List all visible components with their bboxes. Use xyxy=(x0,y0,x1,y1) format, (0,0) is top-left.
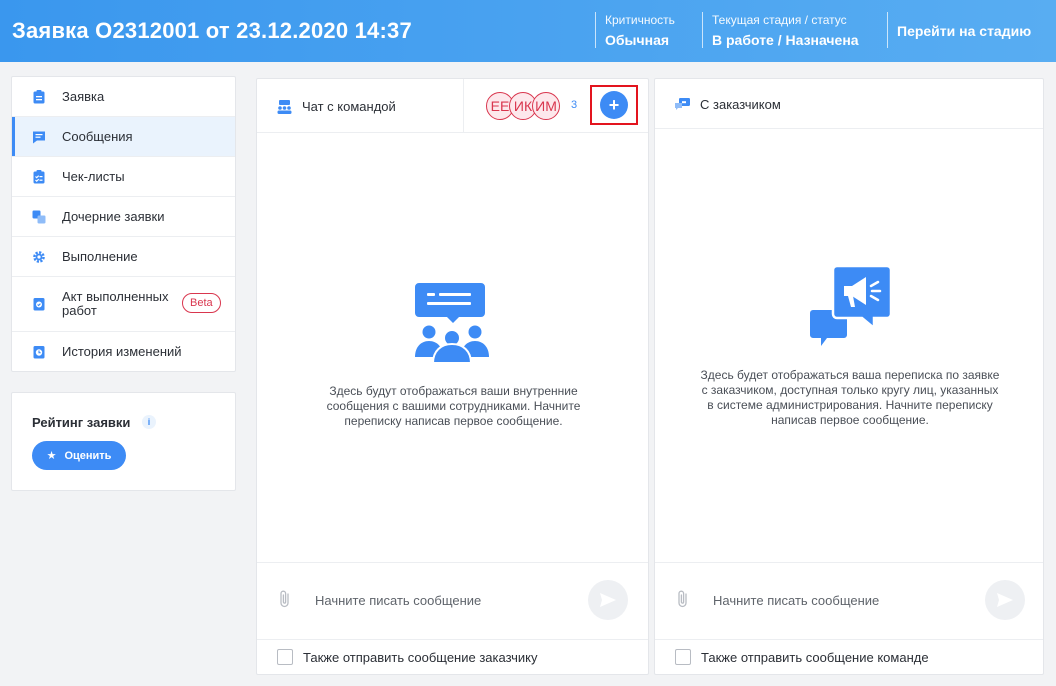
customer-also-send-option[interactable]: Также отправить сообщение команде xyxy=(675,649,929,665)
team-compose-bar xyxy=(257,562,648,640)
avatar[interactable]: ИМ xyxy=(532,92,560,120)
team-message-input[interactable] xyxy=(315,588,575,612)
header-separator xyxy=(463,79,464,132)
add-participant-button[interactable]: + xyxy=(600,91,628,119)
header-bar: Заявка О2312001 от 23.12.2020 14:37 Крит… xyxy=(0,0,1056,62)
sidebar-item-act[interactable]: Акт выполненных работ Beta xyxy=(12,277,235,332)
criticality-block: Критичность Обычная xyxy=(605,13,675,48)
also-send-team-label: Также отправить сообщение команде xyxy=(701,649,929,665)
team-icon xyxy=(277,99,292,114)
team-chat-illustration xyxy=(411,283,493,368)
sidebar-item-messages[interactable]: Сообщения xyxy=(12,117,235,157)
customer-chat-title-text: С заказчиком xyxy=(700,97,781,112)
history-icon xyxy=(32,345,46,359)
customer-chat-header: С заказчиком xyxy=(655,79,1043,129)
act-icon xyxy=(32,297,46,311)
message-icon xyxy=(32,130,46,144)
page-title: Заявка О2312001 от 23.12.2020 14:37 xyxy=(12,18,412,43)
attach-icon[interactable] xyxy=(675,589,691,609)
team-send-button[interactable] xyxy=(588,580,628,620)
sidebar-item-label: Дочерние заявки xyxy=(62,208,165,224)
sidebar-item-label: Сообщения xyxy=(62,128,133,144)
customer-send-button[interactable] xyxy=(985,580,1025,620)
rating-card: Рейтинг заявки i ★ Оценить xyxy=(11,392,236,491)
criticality-value: Обычная xyxy=(605,32,670,48)
customer-chat-icon xyxy=(675,97,690,112)
sidebar-item-label: Акт выполненных работ xyxy=(62,289,169,318)
team-chat-header: Чат с командой ЕЕ ИК ИМ 3 + xyxy=(257,79,648,133)
team-chat-panel: Чат с командой ЕЕ ИК ИМ 3 + Здесь будут … xyxy=(256,78,649,675)
sidebar-item-label: Заявка xyxy=(62,88,105,104)
clipboard-icon xyxy=(32,89,46,104)
attach-icon[interactable] xyxy=(277,589,293,609)
send-icon xyxy=(600,593,616,607)
star-icon: ★ xyxy=(46,450,57,462)
customer-compose-bar xyxy=(655,562,1043,640)
rate-button-label: Оценить xyxy=(64,449,112,462)
rating-title: Рейтинг заявки xyxy=(32,415,131,430)
gear-icon xyxy=(32,250,46,264)
highlight-box: + xyxy=(590,85,638,125)
customer-chat-empty-text: Здесь будет отображаться ваша переписка … xyxy=(700,368,1000,427)
stage-block: Текущая стадия / статус В работе / Назна… xyxy=(712,13,859,48)
beta-badge: Beta xyxy=(182,293,221,313)
header-divider xyxy=(595,12,596,48)
rate-button[interactable]: ★ Оценить xyxy=(32,441,126,470)
info-icon[interactable]: i xyxy=(142,415,156,429)
stage-label: Текущая стадия / статус xyxy=(712,13,847,27)
team-chat-title: Чат с командой xyxy=(277,99,396,114)
checklist-icon xyxy=(32,169,46,184)
sidebar-item-label: Выполнение xyxy=(62,248,138,264)
team-discussion-icon xyxy=(415,283,489,364)
customer-chat-panel: С заказчиком Здесь будет отображаться ва… xyxy=(654,78,1044,675)
participants-avatars[interactable]: ЕЕ ИК ИМ xyxy=(486,92,560,120)
send-icon xyxy=(997,593,1013,607)
stage-value: В работе / Назначена xyxy=(712,32,859,48)
team-chat-empty-text: Здесь будут отображаться ваши внутренние… xyxy=(326,384,581,428)
team-chat-title-text: Чат с командой xyxy=(302,99,396,114)
criticality-label: Критичность xyxy=(605,13,675,27)
also-send-customer-label: Также отправить сообщение заказчику xyxy=(303,649,538,665)
also-send-customer-checkbox[interactable] xyxy=(277,649,293,665)
sidebar-item-label: Чек-листы xyxy=(62,168,125,184)
sidebar-item-child-requests[interactable]: Дочерние заявки xyxy=(12,197,235,237)
sidebar-item-label: История изменений xyxy=(62,344,182,359)
customer-chat-title: С заказчиком xyxy=(675,97,781,112)
header-divider xyxy=(702,12,703,48)
team-also-send-option[interactable]: Также отправить сообщение заказчику xyxy=(277,649,537,665)
customer-message-input[interactable] xyxy=(713,588,973,612)
sidebar-item-request[interactable]: Заявка xyxy=(12,77,235,117)
sidebar: Заявка Сообщения Чек-листы Дочерние заяв… xyxy=(11,76,236,372)
child-requests-icon xyxy=(32,210,46,224)
megaphone-chat-icon xyxy=(810,264,893,346)
customer-chat-illustration xyxy=(810,264,893,353)
sidebar-item-history[interactable]: История изменений xyxy=(12,332,235,372)
goto-stage-button[interactable]: Перейти на стадию xyxy=(897,23,1031,39)
sidebar-item-checklists[interactable]: Чек-листы xyxy=(12,157,235,197)
also-send-team-checkbox[interactable] xyxy=(675,649,691,665)
header-divider xyxy=(887,12,888,48)
participants-count[interactable]: 3 xyxy=(571,99,577,111)
sidebar-item-execution[interactable]: Выполнение xyxy=(12,237,235,277)
